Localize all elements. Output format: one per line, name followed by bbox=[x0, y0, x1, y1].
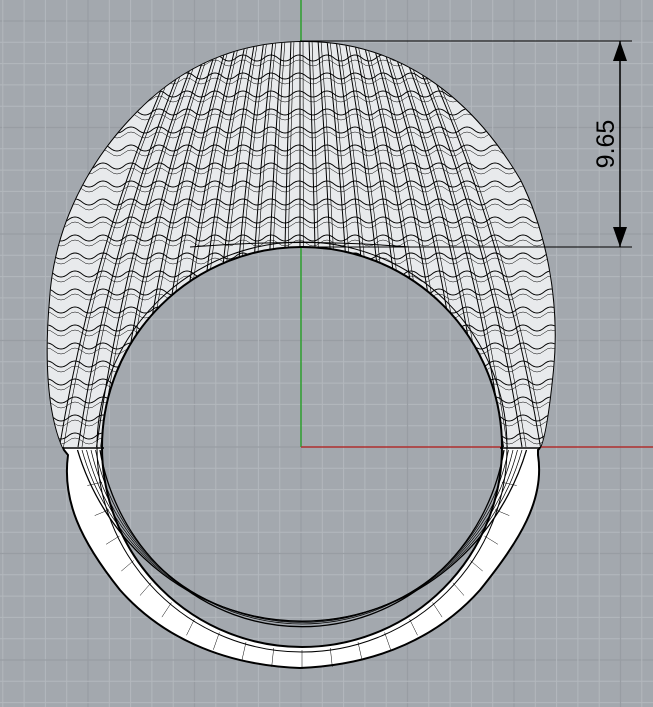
ring-model[interactable] bbox=[40, 30, 586, 670]
lattice-wireframe bbox=[47, 41, 555, 448]
viewport-scene[interactable]: 9.65 bbox=[0, 0, 653, 707]
modeling-viewport[interactable]: 9.65 bbox=[0, 0, 653, 707]
dimension-value: 9.65 bbox=[592, 120, 620, 169]
dimension-arrow-bottom bbox=[613, 227, 627, 247]
dimension-arrow-top bbox=[613, 41, 627, 61]
